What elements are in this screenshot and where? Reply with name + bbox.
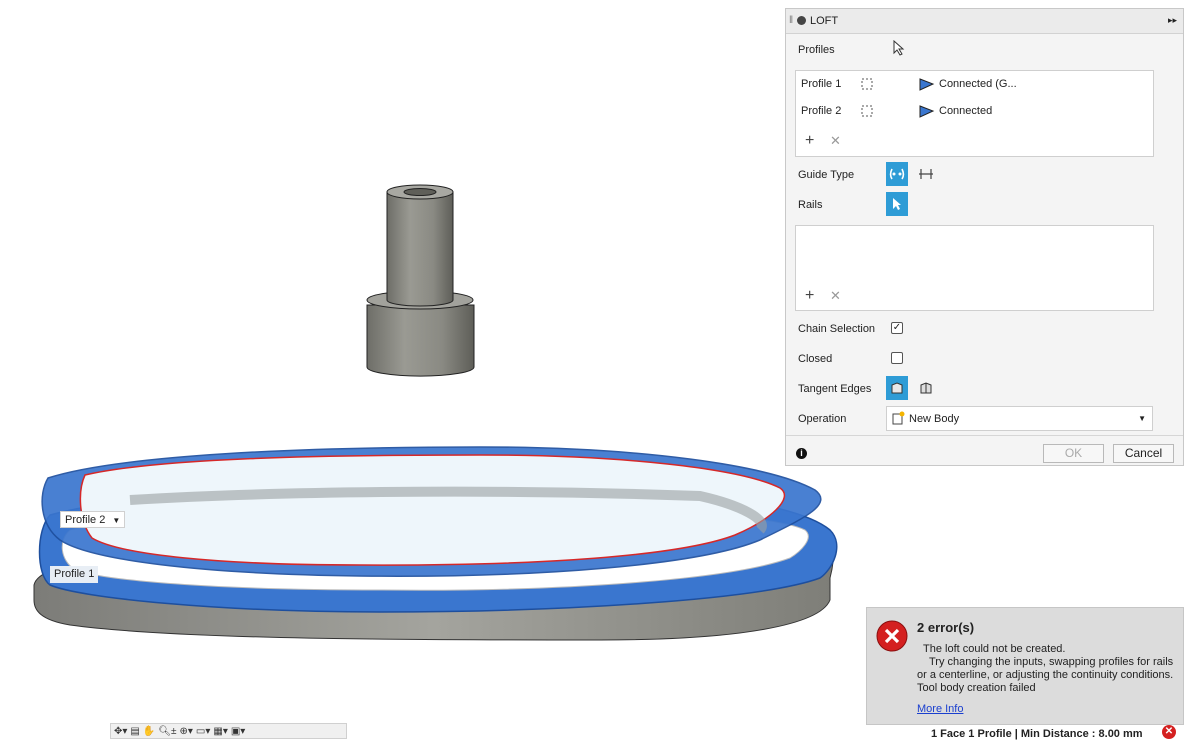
profiles-list[interactable]: Profile 1 Connected (G... Profile 2 Conn… <box>795 70 1154 157</box>
profile-1-tag-label: Profile 1 <box>54 568 95 580</box>
guide-centerline-button[interactable] <box>915 162 937 186</box>
closed-checkbox[interactable] <box>891 352 903 364</box>
continuity-icon[interactable] <box>918 103 936 122</box>
tangent-merge-icon <box>891 382 903 394</box>
expand-panel-icon[interactable]: ▸▸ <box>1168 15 1177 26</box>
guide-rail-button[interactable] <box>886 162 908 186</box>
guide-rail-icon <box>889 168 905 180</box>
error-icon <box>876 620 908 652</box>
operation-label: Operation <box>798 413 847 425</box>
list-item[interactable]: Profile 1 Connected (G... <box>796 75 1153 93</box>
error-line: Tool body creation failed <box>917 682 1036 694</box>
rails-list[interactable]: + ✕ <box>795 225 1154 311</box>
profile-name: Profile 2 <box>801 105 842 117</box>
cursor-icon <box>893 198 901 210</box>
collapse-icon[interactable] <box>797 16 806 25</box>
tangent-keep-icon <box>920 382 932 394</box>
select-arrow-icon[interactable] <box>892 39 906 59</box>
chain-selection-label: Chain Selection <box>798 323 876 335</box>
error-line: The loft could not be created. <box>923 643 1066 655</box>
error-line: Try changing the inputs, swapping profil… <box>929 656 1174 668</box>
footer-divider <box>786 435 1183 436</box>
orbit-icon[interactable]: ✥▾ <box>114 726 127 737</box>
chevron-down-icon: ▼ <box>1138 414 1146 423</box>
tangent-merge-button[interactable] <box>886 376 908 400</box>
profile-2-tag[interactable]: Profile 2 ▼ <box>60 511 126 528</box>
zoom-icon[interactable]: 🔍︎± <box>158 726 176 737</box>
remove-icon[interactable]: ✕ <box>830 133 841 149</box>
profile-2-tag-label: Profile 2 <box>65 514 106 526</box>
status-text: 1 Face 1 Profile | Min Distance : 8.00 m… <box>931 728 1143 740</box>
view-toolbar: ✥▾ ▤ ✋ 🔍︎± ⊕▾ ▭▾ ▦▾ ▣▾ <box>110 723 347 739</box>
error-indicator-icon[interactable]: ✕ <box>1162 725 1176 739</box>
operation-value: New Body <box>909 413 960 425</box>
display-icon[interactable]: ▭▾ <box>196 726 210 737</box>
viewports-icon[interactable]: ▣▾ <box>231 726 245 737</box>
profile-point-icon[interactable] <box>858 103 876 122</box>
look-at-icon[interactable]: ▤ <box>130 726 139 737</box>
new-body-icon <box>892 411 905 425</box>
profile-status: Connected (G... <box>939 78 1017 90</box>
cancel-button[interactable]: Cancel <box>1113 444 1174 463</box>
rails-label: Rails <box>798 199 823 211</box>
error-title: 2 error(s) <box>917 620 975 635</box>
pan-icon[interactable]: ✋ <box>143 726 155 737</box>
ok-button[interactable]: OK <box>1043 444 1104 463</box>
guide-centerline-icon <box>919 169 933 179</box>
rails-select-button[interactable] <box>886 192 908 216</box>
error-notification: 2 error(s) The loft could not be created… <box>866 607 1184 725</box>
add-icon[interactable]: + <box>805 287 814 305</box>
remove-icon[interactable]: ✕ <box>830 288 841 304</box>
guide-type-label: Guide Type <box>798 169 855 181</box>
drag-handle-icon[interactable]: ‖ <box>789 15 793 26</box>
profile-status: Connected <box>939 105 993 117</box>
loft-dialog: ‖ LOFT ▸▸ Profiles Profile 1 Connected (… <box>785 8 1184 466</box>
profile-1-tag[interactable]: Profile 1 <box>50 566 99 583</box>
chevron-down-icon: ▼ <box>112 516 121 525</box>
profile-point-icon[interactable] <box>858 76 876 95</box>
chain-selection-checkbox[interactable]: ✓ <box>891 322 903 334</box>
operation-select[interactable]: New Body ▼ <box>886 406 1153 431</box>
continuity-icon[interactable] <box>918 76 936 95</box>
list-item[interactable]: Profile 2 Connected <box>796 102 1153 120</box>
tangent-keep-button[interactable] <box>915 376 937 400</box>
spacer-body[interactable] <box>366 184 475 377</box>
grid-icon[interactable]: ▦▾ <box>213 726 227 737</box>
error-line: or a centerline, or adjusting the contin… <box>917 669 1174 681</box>
closed-label: Closed <box>798 353 833 365</box>
more-info-link[interactable]: More Info <box>917 703 963 715</box>
tangent-edges-label: Tangent Edges <box>798 383 872 395</box>
profile-name: Profile 1 <box>801 78 842 90</box>
fit-icon[interactable]: ⊕▾ <box>180 726 193 737</box>
dialog-header[interactable]: ‖ LOFT ▸▸ <box>786 9 1183 34</box>
dialog-title: LOFT <box>810 15 839 27</box>
info-icon[interactable]: i <box>796 448 807 459</box>
profiles-label: Profiles <box>798 44 835 56</box>
add-icon[interactable]: + <box>805 132 814 150</box>
